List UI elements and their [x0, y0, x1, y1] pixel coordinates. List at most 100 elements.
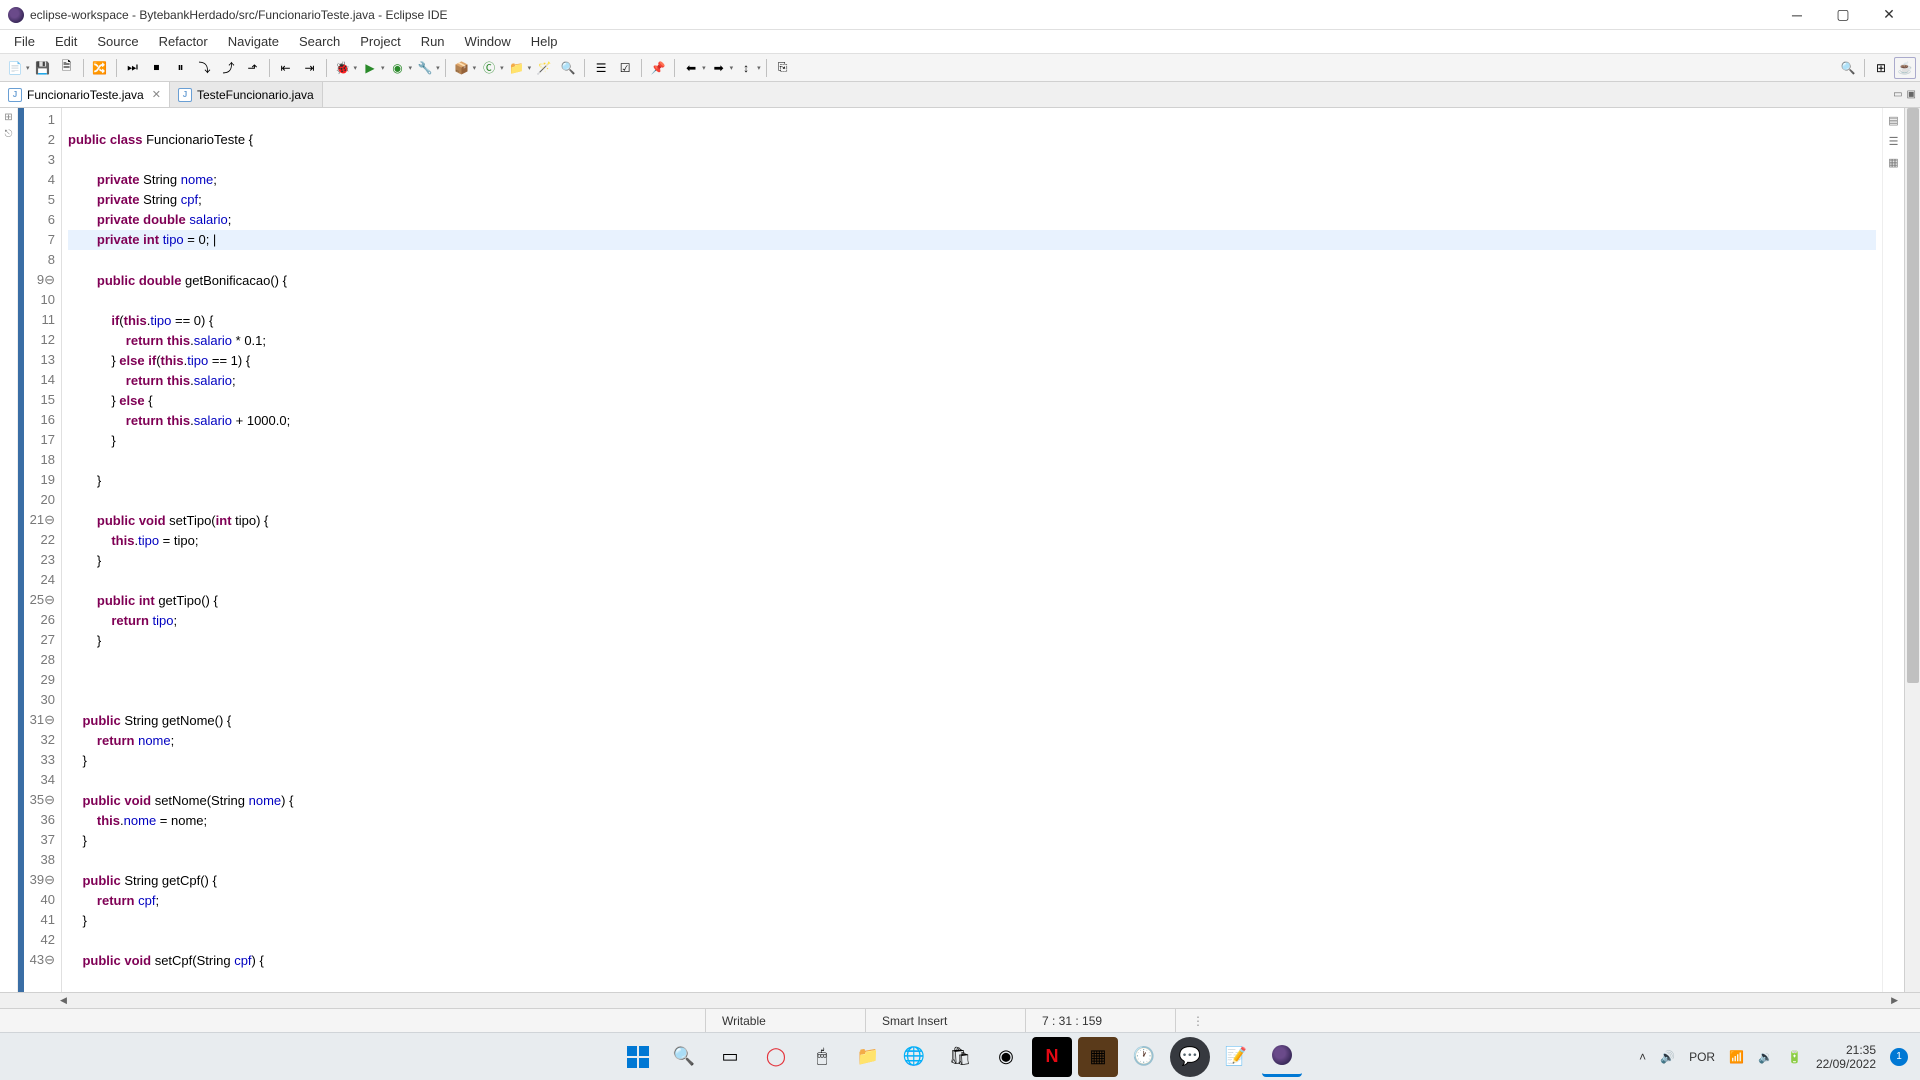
tray-battery-icon[interactable]: 🔋 — [1787, 1050, 1802, 1064]
nav-back-icon[interactable]: ⬅ — [680, 57, 702, 79]
outdent-icon[interactable]: ⇤ — [275, 57, 297, 79]
new-folder-icon[interactable]: 📁 — [506, 57, 528, 79]
tab-funcionario-teste[interactable]: J FuncionarioTeste.java ✕ — [0, 82, 170, 107]
maximize-view-icon[interactable]: ▣ — [1907, 89, 1916, 100]
new-package-icon[interactable]: 📦 — [451, 57, 473, 79]
dropdown-icon[interactable]: ▾ — [409, 64, 413, 72]
menu-file[interactable]: File — [4, 32, 45, 51]
pin-icon[interactable]: 📌 — [647, 57, 669, 79]
scrollbar-thumb[interactable] — [1907, 108, 1919, 683]
status-overflow-icon[interactable]: ⋮ — [1175, 1009, 1220, 1032]
save-all-icon[interactable]: 🗎 — [56, 57, 78, 79]
tray-volume-icon[interactable]: 🔊 — [1660, 1050, 1675, 1064]
dropdown-icon[interactable]: ▾ — [757, 64, 761, 72]
tray-wifi-icon[interactable]: 📶 — [1729, 1050, 1744, 1064]
debug-stepover-icon[interactable]: ⤴ — [218, 57, 240, 79]
tab-label: FuncionarioTeste.java — [27, 88, 144, 102]
menu-navigate[interactable]: Navigate — [218, 32, 289, 51]
discord-icon[interactable]: 💬 — [1170, 1037, 1210, 1077]
task-view-icon[interactable]: ▭ — [710, 1037, 750, 1077]
dell-icon[interactable]: ◉ — [986, 1037, 1026, 1077]
debug-icon[interactable]: 🐞 — [332, 57, 354, 79]
dropdown-icon[interactable]: ▾ — [730, 64, 734, 72]
dropdown-icon[interactable]: ▾ — [528, 64, 532, 72]
dropdown-icon[interactable]: ▾ — [381, 64, 385, 72]
clock-app-icon[interactable]: 🕐 — [1124, 1037, 1164, 1077]
tray-sound-icon[interactable]: 🔉 — [1758, 1050, 1773, 1064]
dropdown-icon[interactable]: ▾ — [473, 64, 477, 72]
tray-clock[interactable]: 21:35 22/09/2022 — [1816, 1043, 1876, 1071]
mouse-icon[interactable]: 🖱 — [802, 1037, 842, 1077]
switch-icon[interactable]: 🔀 — [89, 57, 111, 79]
close-button[interactable]: ✕ — [1866, 0, 1912, 30]
indent-icon[interactable]: ⇥ — [299, 57, 321, 79]
dropdown-icon[interactable]: ▾ — [436, 64, 440, 72]
tray-notifications-icon[interactable]: 1 — [1890, 1048, 1908, 1066]
menu-edit[interactable]: Edit — [45, 32, 87, 51]
run-icon[interactable]: ▶ — [359, 57, 381, 79]
minimize-view-icon[interactable]: ▭ — [1893, 89, 1902, 100]
scroll-right-icon[interactable]: ▶ — [1891, 995, 1898, 1006]
file-explorer-icon[interactable]: 📁 — [848, 1037, 888, 1077]
new-class-icon[interactable]: Ⓒ — [478, 57, 500, 79]
java-file-icon: J — [8, 88, 22, 102]
menu-run[interactable]: Run — [411, 32, 455, 51]
maximize-button[interactable]: ▢ — [1820, 0, 1866, 30]
tray-language[interactable]: POR — [1689, 1050, 1715, 1064]
code-area[interactable]: public class FuncionarioTeste { private … — [62, 108, 1882, 992]
horizontal-scrollbar[interactable]: ◀ ▶ — [0, 992, 1920, 1008]
java-perspective-icon[interactable]: ☕ — [1894, 57, 1916, 79]
dropdown-icon[interactable]: ▾ — [702, 64, 706, 72]
quick-access-icon[interactable]: 🔍 — [1837, 57, 1859, 79]
minimize-button[interactable]: ─ — [1774, 0, 1820, 30]
menu-refactor[interactable]: Refactor — [149, 32, 218, 51]
menu-source[interactable]: Source — [87, 32, 148, 51]
save-icon[interactable]: 💾 — [32, 57, 54, 79]
debug-step-icon[interactable]: ⤵ — [194, 57, 216, 79]
search-taskbar-icon[interactable]: 🔍 — [664, 1037, 704, 1077]
new-icon[interactable]: 📄 — [4, 57, 26, 79]
edge-icon[interactable]: 🌐 — [894, 1037, 934, 1077]
dropdown-icon[interactable]: ▾ — [500, 64, 504, 72]
outline-icon2[interactable]: ☰ — [1889, 135, 1899, 148]
menu-project[interactable]: Project — [350, 32, 410, 51]
menu-search[interactable]: Search — [289, 32, 350, 51]
dropdown-icon[interactable]: ▾ — [354, 64, 358, 72]
menu-window[interactable]: Window — [455, 32, 521, 51]
opera-icon[interactable]: ◯ — [756, 1037, 796, 1077]
tray-chevron-icon[interactable]: ˄ — [1639, 1050, 1646, 1064]
external-tools-icon[interactable]: 🔧 — [414, 57, 436, 79]
notes-icon[interactable]: 📝 — [1216, 1037, 1256, 1077]
vertical-scrollbar[interactable] — [1904, 108, 1920, 992]
toggle-mark-icon[interactable]: ☑ — [614, 57, 636, 79]
search-icon[interactable]: 🔍 — [557, 57, 579, 79]
debug-stop-icon[interactable]: ⏹ — [146, 57, 168, 79]
nav-forward-icon[interactable]: ➡ — [708, 57, 730, 79]
netflix-icon[interactable]: N — [1032, 1037, 1072, 1077]
debug-pause-icon[interactable]: ⏸ — [170, 57, 192, 79]
show-in-icon[interactable]: ⎘ — [772, 57, 794, 79]
debug-stepout-icon[interactable]: ⬏ — [242, 57, 264, 79]
nav-up-icon[interactable]: ↕ — [735, 57, 757, 79]
eclipse-taskbar-icon[interactable] — [1262, 1037, 1302, 1077]
outline-icon[interactable]: ▤ — [1888, 114, 1898, 127]
window-title: eclipse-workspace - BytebankHerdado/src/… — [30, 8, 1774, 22]
menubar: File Edit Source Refactor Navigate Searc… — [0, 30, 1920, 54]
dropdown-icon[interactable]: ▾ — [26, 64, 30, 72]
wand-icon[interactable]: 🪄 — [533, 57, 555, 79]
debug-skip-icon[interactable]: ⏭ — [122, 57, 144, 79]
close-tab-icon[interactable]: ✕ — [152, 88, 161, 101]
link-icon[interactable]: ⎋ — [5, 129, 13, 140]
app-icon[interactable]: ▦ — [1078, 1037, 1118, 1077]
open-perspective-icon[interactable]: ⊞ — [1870, 57, 1892, 79]
toggle-breadcrumb-icon[interactable]: ☰ — [590, 57, 612, 79]
task-icon[interactable]: ▦ — [1888, 156, 1898, 169]
ms-store-icon[interactable]: 🛍 — [940, 1037, 980, 1077]
coverage-icon[interactable]: ◉ — [387, 57, 409, 79]
start-button[interactable] — [618, 1037, 658, 1077]
hierarchy-icon[interactable]: ⊞ — [4, 112, 12, 123]
scroll-left-icon[interactable]: ◀ — [60, 995, 67, 1006]
menu-help[interactable]: Help — [521, 32, 568, 51]
tab-teste-funcionario[interactable]: J TesteFuncionario.java — [170, 82, 323, 107]
java-file-icon: J — [178, 88, 192, 102]
